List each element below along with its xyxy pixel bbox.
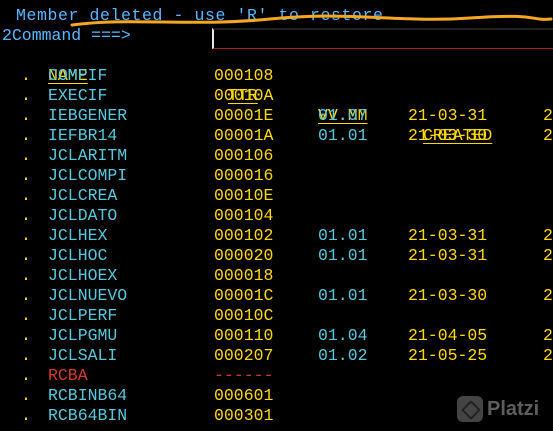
member-ttr: 00001C	[214, 286, 274, 305]
selection-field[interactable]: .	[21, 306, 31, 326]
selection-field[interactable]: .	[21, 406, 31, 426]
member-name: JCLARITM	[48, 146, 128, 165]
member-ttr: 00001E	[214, 106, 274, 125]
member-ttr: 00001A	[214, 126, 274, 145]
member-name: RCB64BIN	[48, 406, 128, 425]
member-name: EXECIF	[48, 86, 108, 105]
member-ttr: 000016	[214, 166, 274, 185]
table-row[interactable]: . JCLARITM 000106	[0, 146, 553, 166]
table-row[interactable]: . JCLCREA 00010E	[0, 186, 553, 206]
table-row[interactable]: . JCLPERF 00010C	[0, 306, 553, 326]
member-ttr: 000104	[214, 206, 274, 225]
member-changed-fragment: 2	[543, 286, 553, 305]
member-ttr: 000106	[214, 146, 274, 165]
selection-field[interactable]: .	[21, 286, 31, 306]
selection-field[interactable]: .	[21, 126, 31, 146]
member-created: 21-03-31	[408, 106, 488, 125]
member-name: IEBGENER	[48, 106, 128, 125]
member-version: 01.01	[318, 286, 368, 305]
member-changed-fragment: 2	[543, 106, 553, 125]
selection-field[interactable]: .	[21, 166, 31, 186]
member-changed-fragment: 2	[543, 246, 553, 265]
status-message: Member deleted - use 'R' to restore	[16, 6, 384, 25]
member-ttr: 000207	[214, 346, 274, 365]
member-ttr: 00010A	[214, 86, 274, 105]
table-row[interactable]: . RCBA ------	[0, 366, 553, 386]
table-row[interactable]: . JCLHOC 000020 01.01 21-03-31 2	[0, 246, 553, 266]
member-created: 21-04-05	[408, 326, 488, 345]
table-row[interactable]: . JCLDATO 000104	[0, 206, 553, 226]
member-ttr: 000102	[214, 226, 274, 245]
member-ttr: 000020	[214, 246, 274, 265]
platzi-watermark: Platzi	[457, 391, 547, 427]
member-version: 01.01	[318, 226, 368, 245]
selection-field[interactable]: .	[21, 266, 31, 286]
selection-field[interactable]: .	[21, 186, 31, 206]
member-version: 01.02	[318, 346, 368, 365]
member-version: 01.01	[318, 126, 368, 145]
member-changed-fragment: 2	[543, 226, 553, 245]
selection-field[interactable]: .	[21, 86, 31, 106]
selection-field[interactable]: .	[21, 326, 31, 346]
table-row[interactable]: . JCLSALI 000207 01.02 21-05-25 2	[0, 346, 553, 366]
selection-field[interactable]: .	[21, 366, 31, 386]
table-row[interactable]: . JCLNUEVO 00001C 01.01 21-03-30 2	[0, 286, 553, 306]
member-version: 01.04	[318, 326, 368, 345]
member-name: JCLSALI	[48, 346, 118, 365]
member-name: COMPIF	[48, 66, 108, 85]
member-version: 01.07	[318, 106, 368, 125]
command-label: 2Command ===>	[2, 26, 131, 45]
member-name: JCLHOC	[48, 246, 108, 265]
selection-field[interactable]: .	[21, 226, 31, 246]
member-name: JCLPGMU	[48, 326, 118, 345]
selection-field[interactable]: .	[21, 206, 31, 226]
table-row[interactable]: . JCLHOEX 000018	[0, 266, 553, 286]
member-name: JCLHEX	[48, 226, 108, 245]
member-name: JCLCOMPI	[48, 166, 128, 185]
member-changed-fragment: 2	[543, 126, 553, 145]
member-changed-fragment: 2	[543, 326, 553, 345]
member-changed-fragment: 2	[543, 346, 553, 365]
selection-field[interactable]: .	[21, 386, 31, 406]
member-name: JCLPERF	[48, 306, 118, 325]
member-name: RCBA	[48, 366, 88, 385]
selection-field[interactable]: .	[21, 106, 31, 126]
table-row[interactable]: . JCLHEX 000102 01.01 21-03-31 2	[0, 226, 553, 246]
member-name: JCLHOEX	[48, 266, 118, 285]
member-ttr: 000110	[214, 326, 274, 345]
member-created: 21-03-31	[408, 226, 488, 245]
member-ttr: 00010C	[214, 306, 274, 325]
ispf-member-list-screen: Member deleted - use 'R' to restore 2Com…	[0, 0, 553, 431]
column-header-row: NAME TTR VV.MM CREATED	[0, 46, 553, 145]
member-ttr: ------	[214, 366, 274, 385]
member-created: 21-03-30	[408, 126, 488, 145]
watermark-text: Platzi	[487, 398, 540, 420]
member-name: RCBINB64	[48, 386, 128, 405]
table-row[interactable]: . IEBGENER 00001E 01.07 21-03-31 2	[0, 106, 553, 126]
selection-field[interactable]: .	[21, 66, 31, 86]
member-version: 01.01	[318, 246, 368, 265]
member-created: 21-05-25	[408, 346, 488, 365]
selection-field[interactable]: .	[21, 346, 31, 366]
member-ttr: 000301	[214, 406, 274, 425]
table-row[interactable]: . JCLCOMPI 000016	[0, 166, 553, 186]
member-ttr: 000018	[214, 266, 274, 285]
selection-field[interactable]: .	[21, 146, 31, 166]
member-name: JCLDATO	[48, 206, 118, 225]
member-ttr: 000108	[214, 66, 274, 85]
table-row[interactable]: . IEFBR14 00001A 01.01 21-03-30 2	[0, 126, 553, 146]
member-name: JCLCREA	[48, 186, 118, 205]
member-ttr: 000601	[214, 386, 274, 405]
platzi-logo-icon	[457, 396, 483, 422]
member-name: JCLNUEVO	[48, 286, 128, 305]
member-ttr: 00010E	[214, 186, 274, 205]
table-row[interactable]: . JCLPGMU 000110 01.04 21-04-05 2	[0, 326, 553, 346]
member-name: IEFBR14	[48, 126, 118, 145]
member-created: 21-03-31	[408, 246, 488, 265]
member-created: 21-03-30	[408, 286, 488, 305]
table-row[interactable]: . EXECIF 00010A	[0, 86, 553, 106]
table-row[interactable]: . COMPIF 000108	[0, 66, 553, 86]
selection-field[interactable]: .	[21, 246, 31, 266]
